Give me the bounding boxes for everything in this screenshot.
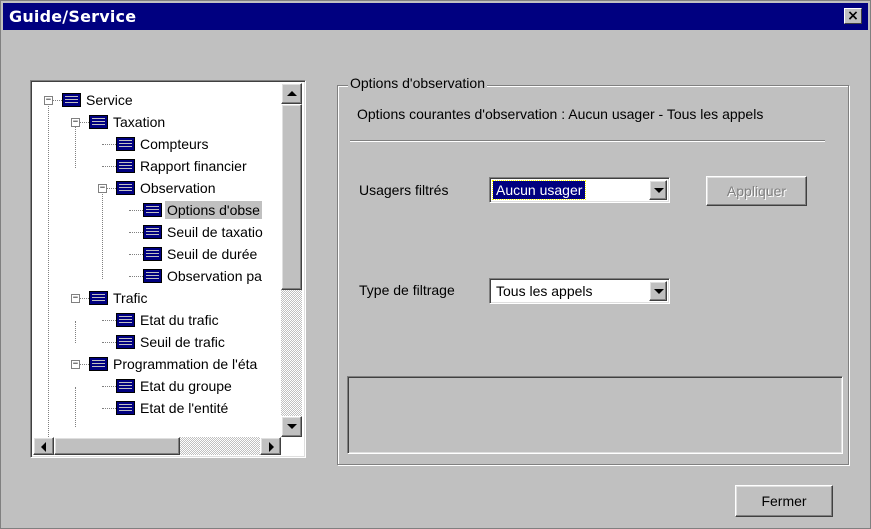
apply-button[interactable]: Appliquer	[706, 176, 807, 206]
down-arrow-icon	[287, 424, 297, 429]
close-window-button[interactable]: ×	[844, 8, 862, 24]
tree-item[interactable]: Etat de l'entité	[33, 397, 281, 419]
list-node-icon	[143, 247, 162, 261]
list-node-icon	[143, 203, 162, 217]
tree-item-label: Etat de l'entité	[140, 400, 229, 416]
close-button[interactable]: Fermer	[735, 485, 833, 517]
tree-item-label: Observation	[140, 180, 216, 196]
title-bar[interactable]: Guide/Service ×	[3, 3, 868, 30]
tree-item-label: Taxation	[113, 114, 166, 130]
tree-item[interactable]: − Service	[33, 89, 281, 111]
horizontal-scroll-thumb[interactable]	[54, 437, 180, 455]
left-arrow-icon	[41, 442, 46, 452]
tree-item-label: Seuil de durée	[167, 246, 258, 262]
tree-connector	[129, 210, 143, 212]
collapse-icon[interactable]: −	[71, 360, 80, 369]
users-filter-label: Usagers filtrés	[359, 182, 449, 198]
tree-item-label: Etat du trafic	[140, 312, 219, 328]
chevron-down-icon[interactable]	[649, 180, 667, 200]
list-node-icon	[62, 93, 81, 107]
list-node-icon	[116, 159, 135, 173]
current-options-text: Options courantes d'observation : Aucun …	[357, 106, 764, 122]
users-filter-select[interactable]: Aucun usager	[489, 177, 670, 203]
group-legend: Options d'observation	[348, 75, 487, 91]
tree-item-label: Service	[86, 92, 133, 108]
tree-connector	[80, 122, 89, 124]
list-node-icon	[116, 401, 135, 415]
scroll-up-button[interactable]	[281, 83, 302, 104]
tree-item-label: Compteurs	[140, 136, 209, 152]
info-panel	[347, 376, 843, 454]
list-node-icon	[116, 379, 135, 393]
list-node-icon	[89, 291, 108, 305]
separator	[350, 140, 825, 142]
tree-item-label: Programmation de l'éta	[113, 356, 258, 372]
tree-item-label: Observation pa	[167, 268, 262, 284]
tree-item-label: Seuil de taxatio	[167, 224, 263, 240]
tree-connector	[102, 320, 116, 322]
collapse-icon[interactable]: −	[98, 184, 107, 193]
list-node-icon	[143, 225, 162, 239]
scroll-right-button[interactable]	[260, 437, 281, 455]
chevron-down-icon[interactable]	[649, 281, 667, 301]
up-arrow-icon	[287, 91, 297, 96]
tree-item[interactable]: Etat du trafic	[33, 309, 281, 331]
collapse-icon[interactable]: −	[71, 118, 80, 127]
right-arrow-icon	[269, 442, 274, 452]
tree-item[interactable]: Observation pa	[33, 265, 281, 287]
tree-item[interactable]: Seuil de taxatio	[33, 221, 281, 243]
list-node-icon	[143, 269, 162, 283]
tree-item-label: Rapport financier	[140, 158, 247, 174]
tree-content: − Service − Taxation Compteurs Rapport financ…	[33, 83, 281, 439]
tree-connector	[80, 298, 89, 300]
window-title: Guide/Service	[9, 7, 137, 26]
list-node-icon	[116, 335, 135, 349]
tree-item[interactable]: − Trafic	[33, 287, 281, 309]
tree-item[interactable]: Seuil de durée	[33, 243, 281, 265]
vertical-scroll-thumb[interactable]	[281, 104, 302, 290]
tree-item-label: Trafic	[113, 290, 148, 306]
tree-item-label: Seuil de trafic	[140, 334, 225, 350]
tree-item-label: Options d'obse	[165, 201, 262, 219]
tree-connector	[102, 408, 116, 410]
service-tree[interactable]: − Service − Taxation Compteurs Rapport financ…	[30, 80, 306, 458]
tree-connector	[102, 166, 116, 168]
filter-type-label: Type de filtrage	[359, 282, 455, 298]
tree-item[interactable]: Rapport financier	[33, 155, 281, 177]
users-filter-value: Aucun usager	[491, 180, 587, 200]
tree-connector	[80, 364, 89, 366]
guide-service-window: Guide/Service × − Service − Taxation Compteu…	[0, 0, 871, 529]
tree-item[interactable]: − Taxation	[33, 111, 281, 133]
tree-connector	[129, 232, 143, 234]
collapse-icon[interactable]: −	[71, 294, 80, 303]
tree-horizontal-scrollbar[interactable]	[33, 437, 281, 455]
tree-connector	[129, 276, 143, 278]
filter-type-value: Tous les appels	[496, 283, 593, 299]
tree-connector	[102, 144, 116, 146]
tree-connector	[129, 254, 143, 256]
tree-connector	[102, 342, 116, 344]
scroll-left-button[interactable]	[33, 437, 54, 455]
tree-item-label: Etat du groupe	[140, 378, 232, 394]
tree-item[interactable]: − Observation	[33, 177, 281, 199]
tree-item[interactable]: Etat du groupe	[33, 375, 281, 397]
tree-connector	[107, 188, 116, 190]
list-node-icon	[116, 137, 135, 151]
list-node-icon	[116, 313, 135, 327]
list-node-icon	[89, 115, 108, 129]
filter-type-select[interactable]: Tous les appels	[489, 278, 670, 304]
list-node-icon	[116, 181, 135, 195]
tree-vertical-scrollbar[interactable]	[281, 83, 302, 437]
tree-item[interactable]: − Programmation de l'éta	[33, 353, 281, 375]
list-node-icon	[89, 357, 108, 371]
tree-item[interactable]: Seuil de trafic	[33, 331, 281, 353]
tree-connector	[102, 386, 116, 388]
collapse-icon[interactable]: −	[44, 96, 53, 105]
tree-item[interactable]: Options d'obse	[33, 199, 281, 221]
scroll-down-button[interactable]	[281, 416, 302, 437]
tree-connector	[53, 100, 62, 102]
tree-item[interactable]: Compteurs	[33, 133, 281, 155]
